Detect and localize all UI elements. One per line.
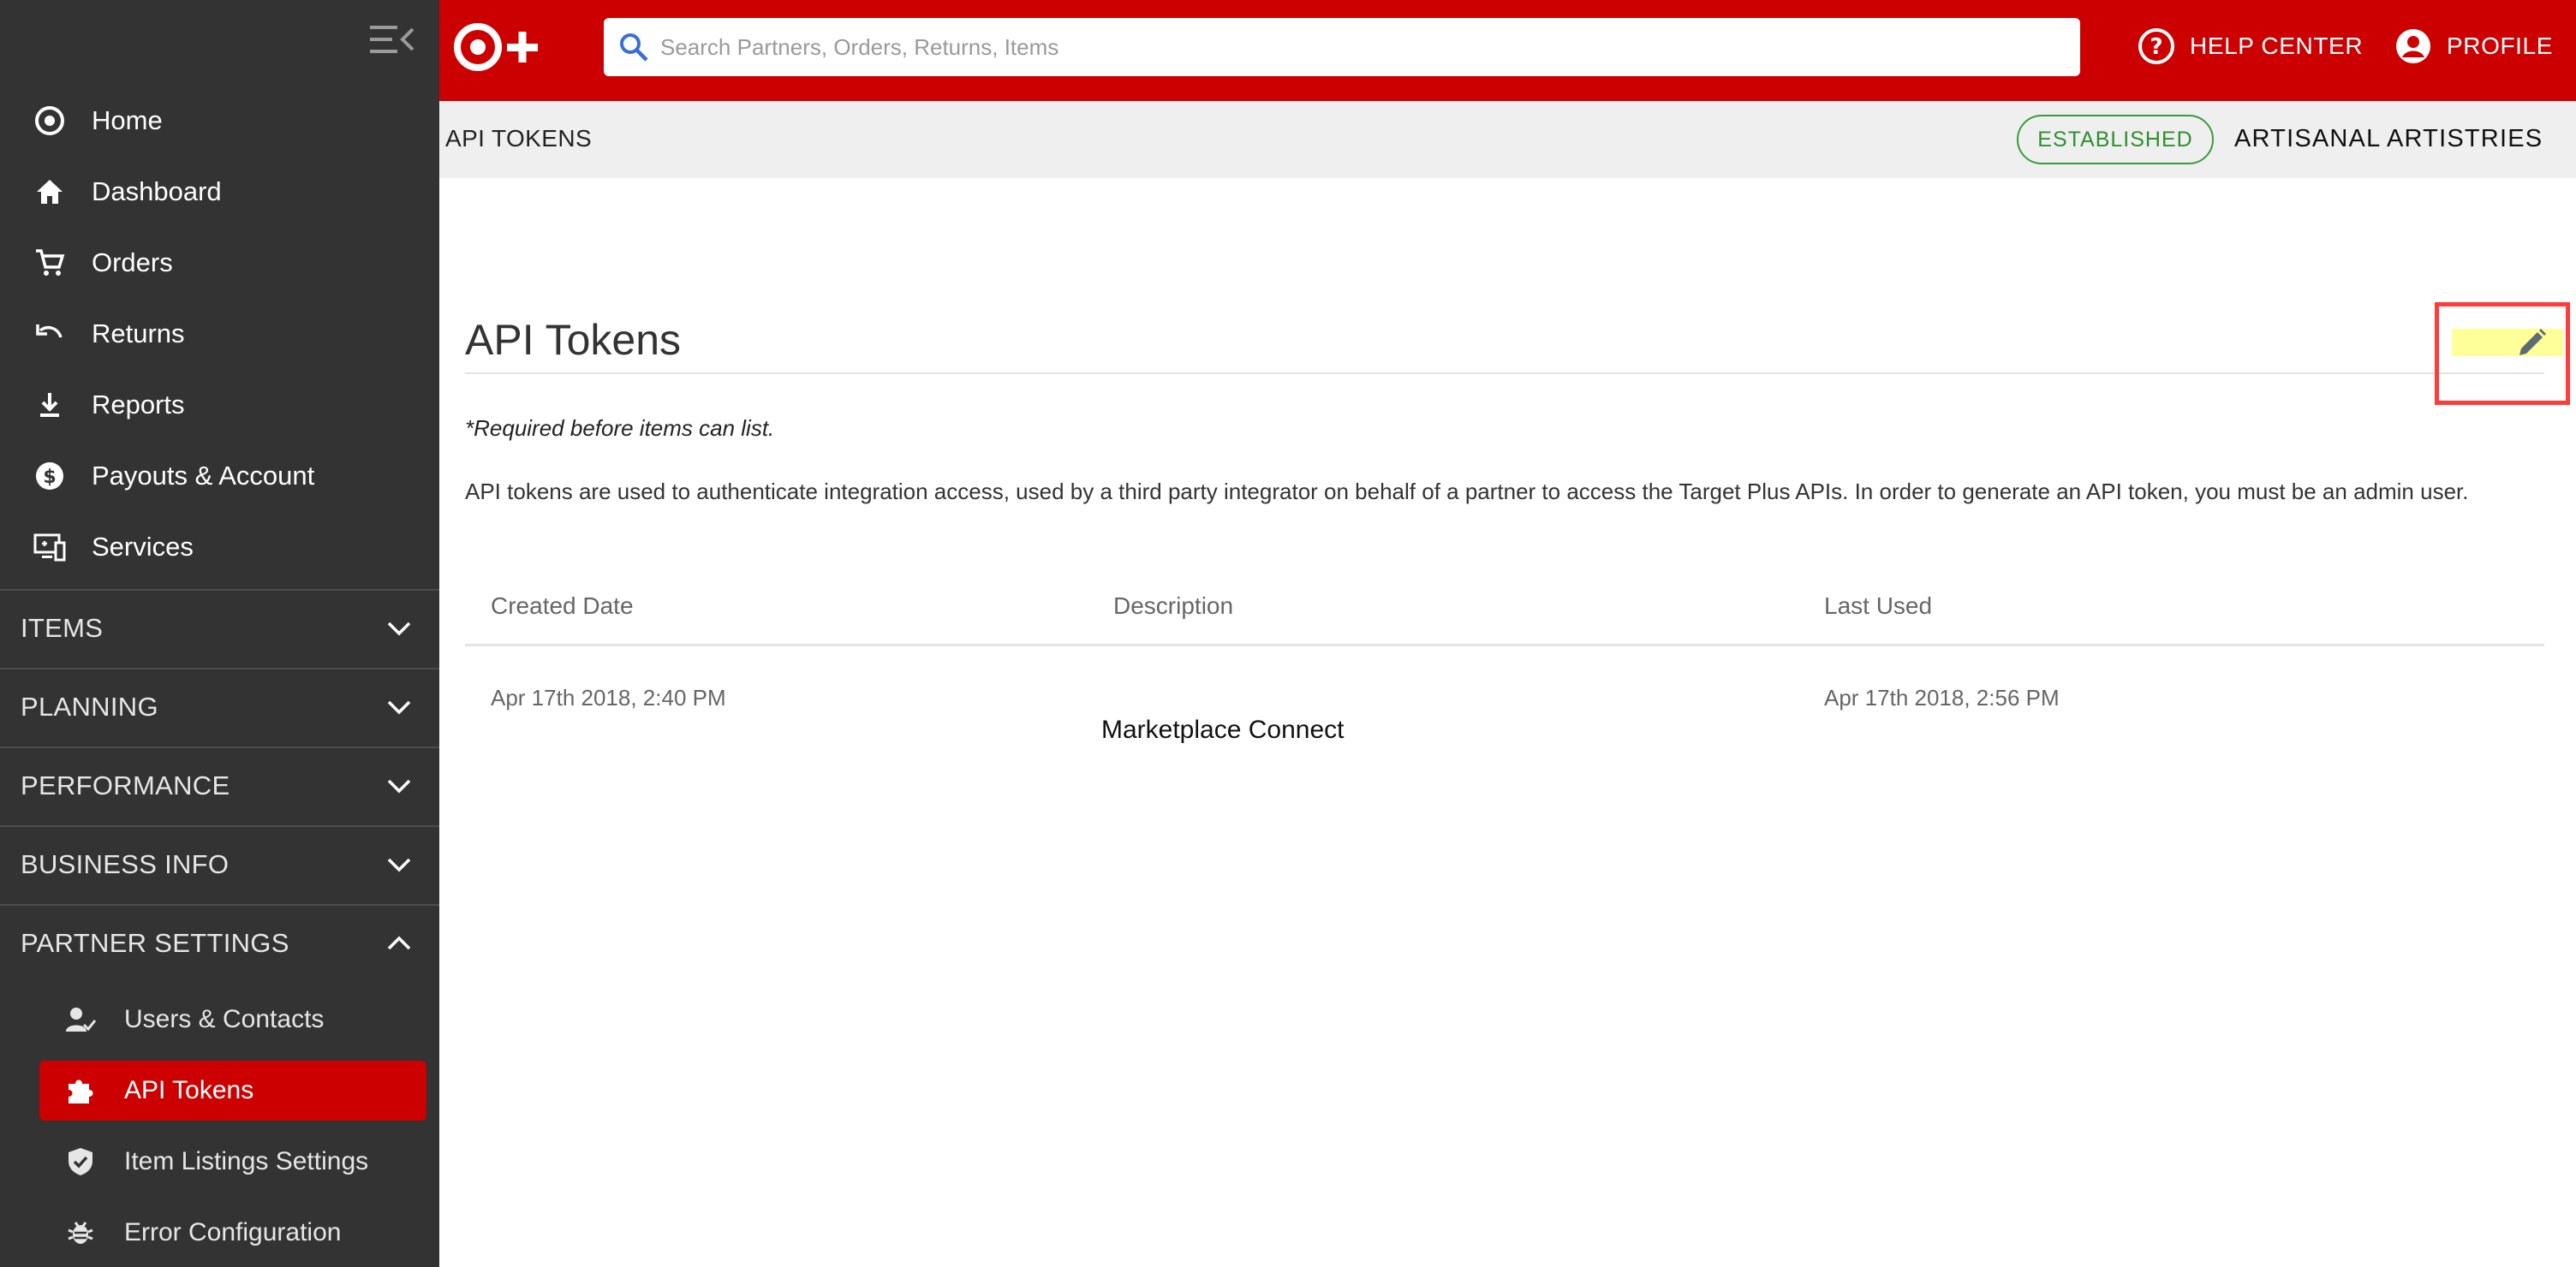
sidebar-item-api-tokens[interactable]: API Tokens bbox=[39, 1061, 426, 1121]
search-box[interactable] bbox=[604, 18, 2080, 76]
search-icon bbox=[616, 29, 652, 65]
svg-text:?: ? bbox=[2150, 34, 2162, 60]
nav-item-reports[interactable]: Reports bbox=[0, 370, 439, 440]
title-divider bbox=[465, 372, 2544, 374]
section-partner-settings[interactable]: PARTNER SETTINGS bbox=[0, 904, 439, 981]
nav-item-label: Payouts & Account bbox=[92, 461, 315, 491]
target-plus-logo[interactable] bbox=[447, 19, 541, 75]
nav-item-home[interactable]: Home bbox=[0, 86, 439, 156]
page-description: API tokens are used to authenticate inte… bbox=[465, 479, 2469, 504]
svg-text:$: $ bbox=[43, 467, 56, 488]
nav-item-orders[interactable]: Orders bbox=[0, 228, 439, 298]
required-note: *Required before items can list. bbox=[465, 415, 775, 441]
section-label: PARTNER SETTINGS bbox=[21, 928, 289, 958]
puzzle-icon bbox=[63, 1074, 98, 1108]
profile-link[interactable]: PROFILE bbox=[2394, 24, 2553, 68]
edit-button[interactable] bbox=[2512, 325, 2551, 365]
account-circle-icon bbox=[2394, 27, 2433, 66]
pencil-icon bbox=[2514, 326, 2549, 365]
nav-item-label: Returns bbox=[92, 318, 185, 348]
nav-item-label: Services bbox=[92, 532, 194, 562]
collapse-menu-icon[interactable] bbox=[367, 19, 418, 60]
download-icon bbox=[33, 388, 67, 422]
chevron-down-icon bbox=[384, 692, 414, 723]
nav-item-label: Reports bbox=[92, 390, 185, 419]
help-center-link[interactable]: ? HELP CENTER bbox=[2137, 24, 2363, 68]
nav-item-label: Home bbox=[92, 105, 163, 135]
services-icon bbox=[33, 530, 67, 564]
profile-label: PROFILE bbox=[2447, 33, 2554, 59]
section-label: ITEMS bbox=[21, 613, 104, 643]
sidebar-item-label: Error Configuration bbox=[124, 1218, 342, 1246]
section-label: BUSINESS INFO bbox=[21, 849, 230, 879]
help-icon: ? bbox=[2137, 27, 2176, 66]
undo-icon bbox=[33, 317, 67, 351]
nav-item-label: Dashboard bbox=[92, 176, 222, 206]
bug-icon bbox=[63, 1216, 98, 1250]
sidebar-item-users-contacts[interactable]: Users & Contacts bbox=[39, 990, 426, 1050]
cell-description: Marketplace Connect bbox=[1101, 716, 1345, 744]
home-icon bbox=[33, 175, 67, 209]
nav-item-dashboard[interactable]: Dashboard bbox=[0, 157, 439, 227]
cell-created-date: Apr 17th 2018, 2:40 PM bbox=[491, 685, 726, 711]
cell-last-used: Apr 17th 2018, 2:56 PM bbox=[1824, 685, 2060, 711]
main-content: API Tokens *Required before items can li… bbox=[439, 178, 2576, 1267]
column-header-description[interactable]: Description bbox=[1113, 592, 1233, 620]
chevron-down-icon bbox=[384, 770, 414, 801]
page-title: API Tokens bbox=[465, 316, 682, 364]
top-bar: ? HELP CENTER PROFILE bbox=[439, 0, 2576, 101]
sidebar-item-error-configuration[interactable]: Error Configuration bbox=[39, 1203, 426, 1263]
sidebar: Home Dashboard Orders Returns Reports $ … bbox=[0, 0, 439, 1267]
table-header-divider bbox=[465, 644, 2544, 646]
chevron-up-icon bbox=[384, 928, 414, 959]
search-input[interactable] bbox=[660, 21, 2065, 73]
section-business-info[interactable]: BUSINESS INFO bbox=[0, 825, 439, 902]
sidebar-item-label: Item Listings Settings bbox=[124, 1147, 369, 1175]
shield-check-icon bbox=[63, 1145, 98, 1179]
cart-icon bbox=[33, 246, 67, 280]
chevron-down-icon bbox=[384, 849, 414, 880]
nav-item-label: Orders bbox=[92, 247, 173, 277]
section-label: PLANNING bbox=[21, 692, 158, 722]
dollar-icon: $ bbox=[33, 459, 67, 493]
help-center-label: HELP CENTER bbox=[2190, 33, 2364, 59]
sub-header: API TOKENS ESTABLISHED ARTISANAL ARTISTR… bbox=[439, 101, 2576, 178]
section-items[interactable]: ITEMS bbox=[0, 589, 439, 666]
user-check-icon bbox=[63, 1002, 98, 1037]
partner-name[interactable]: ARTISANAL ARTISTRIES bbox=[2234, 125, 2543, 153]
target-icon bbox=[33, 104, 67, 138]
chevron-down-icon bbox=[384, 613, 414, 644]
section-label: PERFORMANCE bbox=[21, 770, 230, 800]
nav-item-returns[interactable]: Returns bbox=[0, 299, 439, 369]
section-performance[interactable]: PERFORMANCE bbox=[0, 747, 439, 824]
column-header-last-used[interactable]: Last Used bbox=[1824, 592, 1932, 620]
section-planning[interactable]: PLANNING bbox=[0, 668, 439, 745]
sidebar-item-item-listings-settings[interactable]: Item Listings Settings bbox=[39, 1132, 426, 1192]
sidebar-item-label: Users & Contacts bbox=[124, 1005, 325, 1033]
nav-item-services[interactable]: Services bbox=[0, 512, 439, 582]
status-badge: ESTABLISHED bbox=[2017, 115, 2214, 164]
nav-item-payouts[interactable]: $ Payouts & Account bbox=[0, 441, 439, 511]
page-breadcrumb: API TOKENS bbox=[445, 125, 593, 152]
column-header-created-date[interactable]: Created Date bbox=[491, 592, 634, 620]
sidebar-item-label: API Tokens bbox=[124, 1076, 254, 1104]
